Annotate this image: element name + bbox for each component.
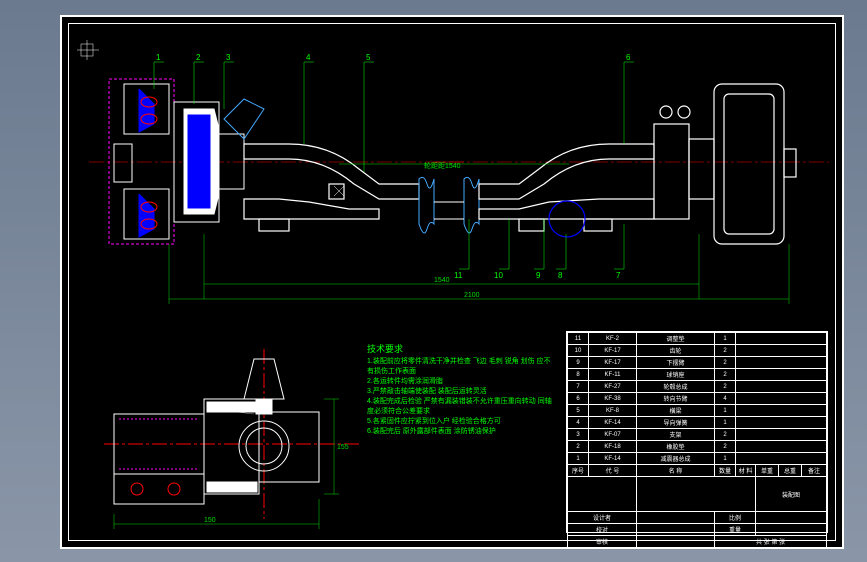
- table-row: 5KF-8横梁1: [568, 405, 827, 417]
- svg-text:6: 6: [626, 53, 631, 62]
- inner-border: 1 2 3 4 5 6 7 8 9 10 11 轮距距1540 1540 210…: [68, 23, 836, 541]
- svg-text:7: 7: [616, 271, 621, 280]
- svg-text:4: 4: [306, 53, 311, 62]
- svg-text:10: 10: [494, 271, 503, 280]
- tech-req-6: 6.装配完后 原外露部件表面 涂防锈油保护: [367, 427, 557, 437]
- table-row: 9KF-17下摆臂2: [568, 357, 827, 369]
- tech-req-header: 技术要求: [367, 344, 557, 354]
- tech-req-2: 2.各运转件均需涂润滑脂: [367, 377, 557, 387]
- tech-req-1: 1.装配前应将零件清洗干净并检查 飞边 毛刺 锐角 划伤 应不 有损伤工作表面: [367, 357, 557, 377]
- table-row: 11KF-2调整垫1: [568, 333, 827, 345]
- dim-150: 150: [204, 517, 216, 524]
- table-row: 6KF-38转向节臂4: [568, 393, 827, 405]
- svg-text:8: 8: [558, 271, 563, 280]
- hdr-note: 备注: [802, 465, 827, 477]
- tech-requirements: 技术要求 1.装配前应将零件清洗干净并检查 飞边 毛刺 锐角 划伤 应不 有损伤…: [367, 344, 557, 437]
- dim-1540: 1540: [434, 277, 450, 284]
- hdr-qty: 数量: [715, 465, 736, 477]
- table-row: 2KF-18橡胶垫2: [568, 441, 827, 453]
- hdr-single: 单重: [756, 465, 779, 477]
- dim-track: 轮距距1540: [424, 161, 461, 170]
- svg-text:5: 5: [366, 53, 371, 62]
- dim-155: 155: [337, 444, 349, 451]
- table-row: 7KF-27轮毂总成2: [568, 381, 827, 393]
- svg-text:1: 1: [156, 53, 161, 62]
- tech-req-3: 3.严禁敲击轴端使装配 装配后运转灵活: [367, 387, 557, 397]
- title-block: 11KF-2调整垫110KF-17齿轮29KF-17下摆臂28KF-11球销座2…: [566, 331, 828, 533]
- hdr-name: 名 称: [637, 465, 715, 477]
- table-row: 3KF-07支架2: [568, 429, 827, 441]
- hdr-mat: 材 料: [736, 465, 756, 477]
- hdr-no: 序号: [568, 465, 589, 477]
- hdr-total: 总重: [779, 465, 802, 477]
- parts-list-table: 11KF-2调整垫110KF-17齿轮29KF-17下摆臂28KF-11球销座2…: [567, 332, 827, 548]
- table-row: 1KF-14减震器总成1: [568, 453, 827, 465]
- table-row: 4KF-14导向弹簧1: [568, 417, 827, 429]
- svg-text:9: 9: [536, 271, 541, 280]
- table-row: 10KF-17齿轮2: [568, 345, 827, 357]
- tech-req-4: 4.装配完成后检验 严禁有漏装错装不允许重压重向转动 同轴度必须符合公差要求: [367, 397, 557, 417]
- hdr-code: 代 号: [589, 465, 637, 477]
- drawing-sheet: 1 2 3 4 5 6 7 8 9 10 11 轮距距1540 1540 210…: [60, 15, 844, 549]
- parts-header-row: 序号 代 号 名 称 数量 材 料 单重 总重 备注: [568, 465, 827, 477]
- viewport: 1 2 3 4 5 6 7 8 9 10 11 轮距距1540 1540 210…: [0, 0, 867, 562]
- table-row: 8KF-11球销座2: [568, 369, 827, 381]
- svg-text:11: 11: [454, 271, 463, 280]
- drawing-title: 装配图: [756, 477, 827, 512]
- svg-text:3: 3: [226, 53, 231, 62]
- svg-text:2: 2: [196, 53, 201, 62]
- tech-req-5: 5.各紧固件应拧紧到位入户 经检验合格方可: [367, 417, 557, 427]
- dim-2100: 2100: [464, 292, 480, 299]
